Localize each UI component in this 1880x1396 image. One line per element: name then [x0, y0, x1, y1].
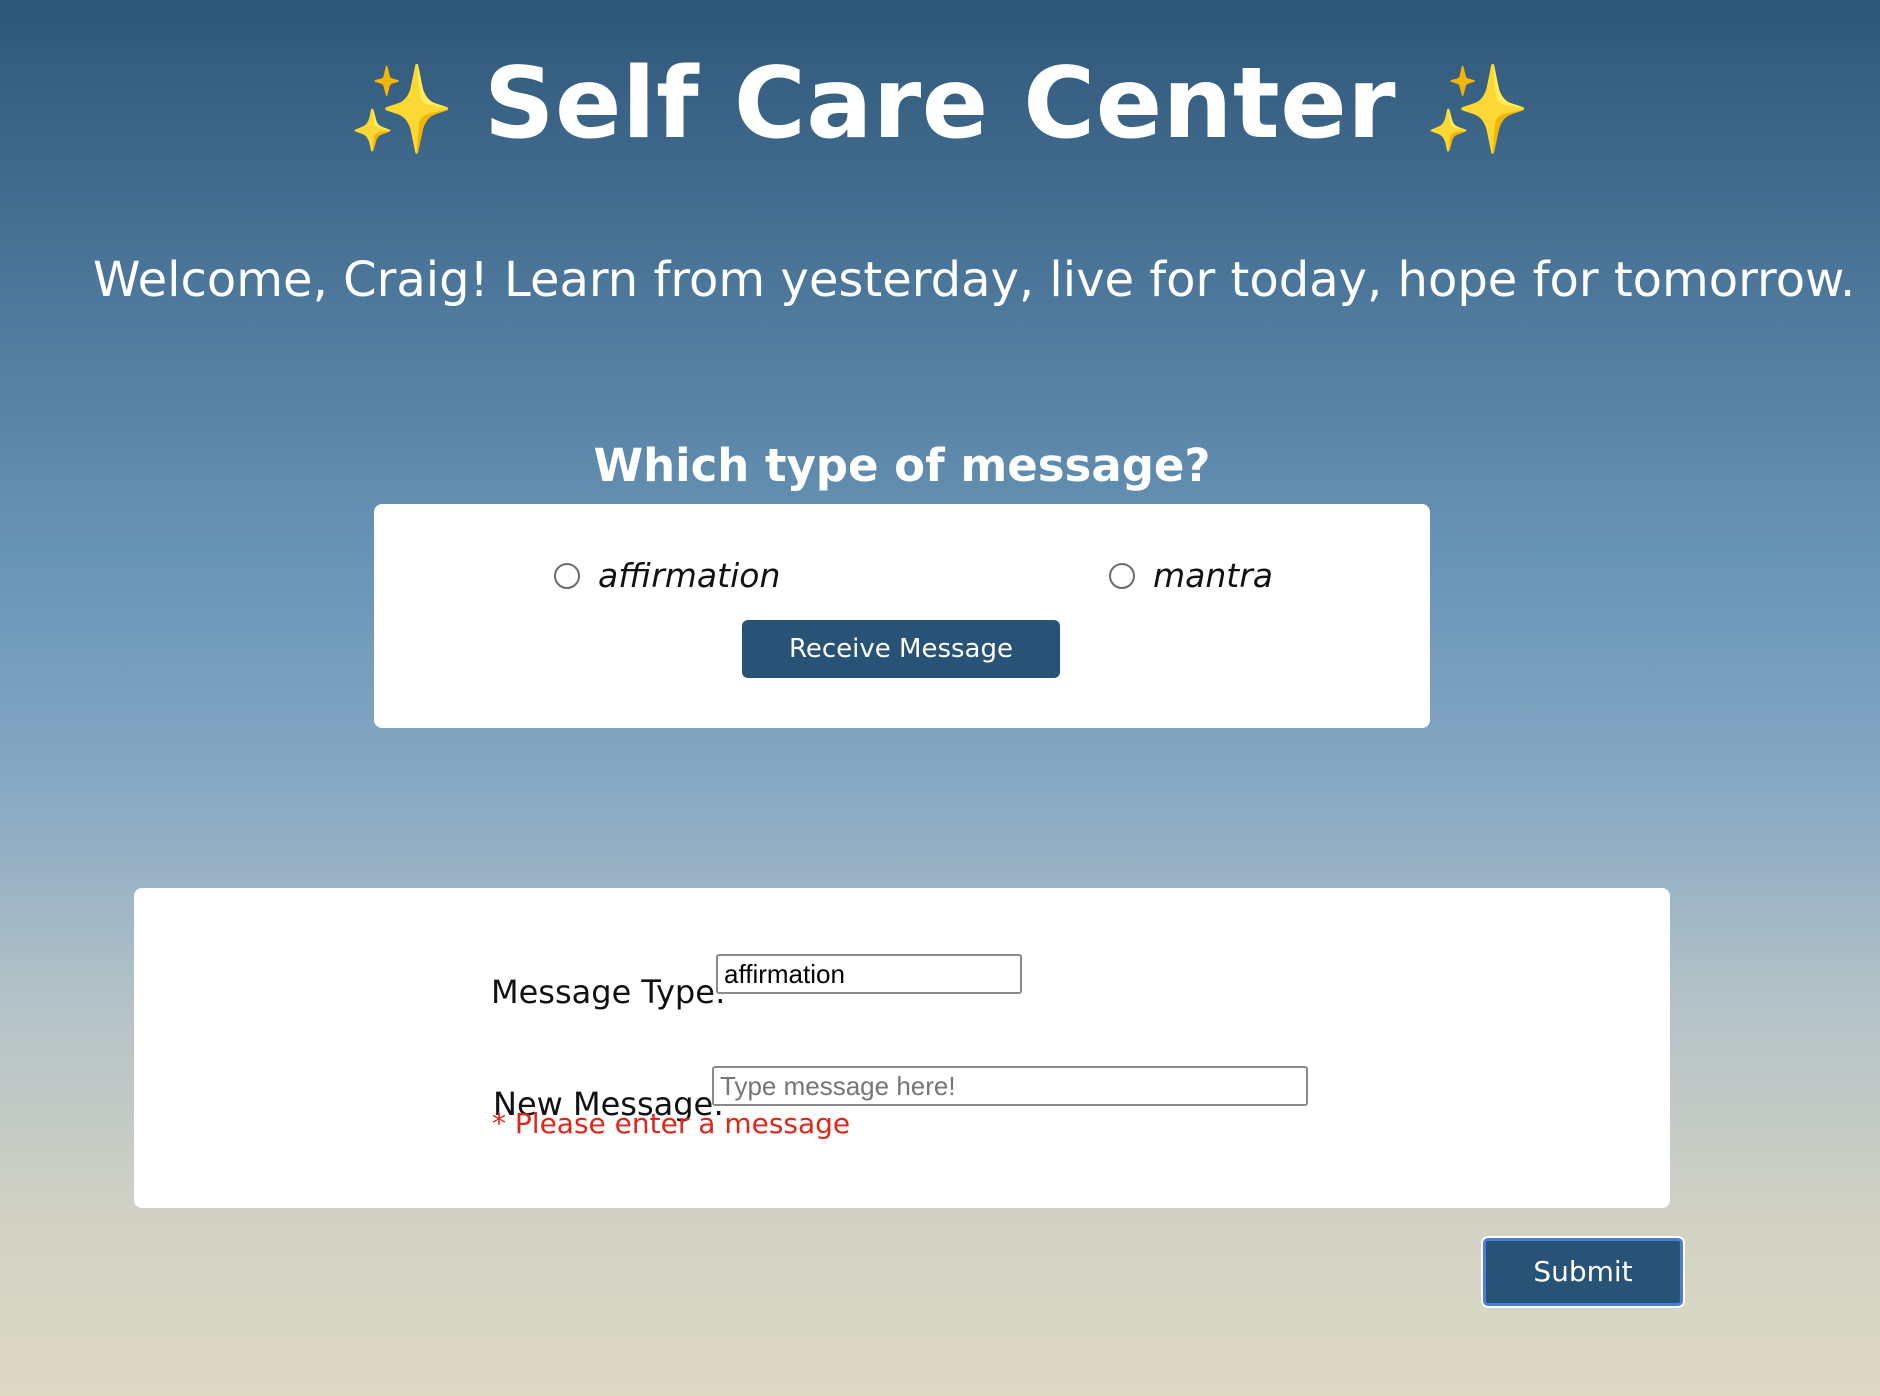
message-choice-card: affirmation mantra Receive Message	[374, 504, 1430, 728]
new-message-form: Message Type: affirmation New Message: T…	[134, 888, 1670, 1208]
mantra-radio-option[interactable]: mantra	[1109, 554, 1273, 598]
affirmation-radio-option[interactable]: affirmation	[554, 554, 780, 598]
mantra-radio-label[interactable]: mantra	[1153, 554, 1273, 598]
welcome-message: Welcome, Craig! Learn from yesterday, li…	[93, 252, 1856, 308]
new-message-input[interactable]: Type message here!	[712, 1066, 1308, 1106]
message-type-label: Message Type:	[491, 973, 726, 1011]
page-title: ✨ Self Care Center ✨	[0, 44, 1880, 170]
receive-message-button[interactable]: Receive Message	[742, 620, 1060, 678]
validation-error: * Please enter a message	[492, 1107, 851, 1140]
message-type-field[interactable]: affirmation	[716, 954, 1022, 994]
sparkles-icon: ✨	[348, 60, 456, 161]
title-text: Self Care Center	[483, 47, 1397, 161]
submit-button[interactable]: Submit	[1483, 1238, 1683, 1306]
sparkles-icon: ✨	[1424, 60, 1532, 161]
affirmation-radio-icon[interactable]	[554, 563, 580, 589]
mantra-radio-icon[interactable]	[1109, 563, 1135, 589]
affirmation-radio-label[interactable]: affirmation	[598, 554, 780, 598]
message-type-question: Which type of message?	[593, 439, 1211, 492]
